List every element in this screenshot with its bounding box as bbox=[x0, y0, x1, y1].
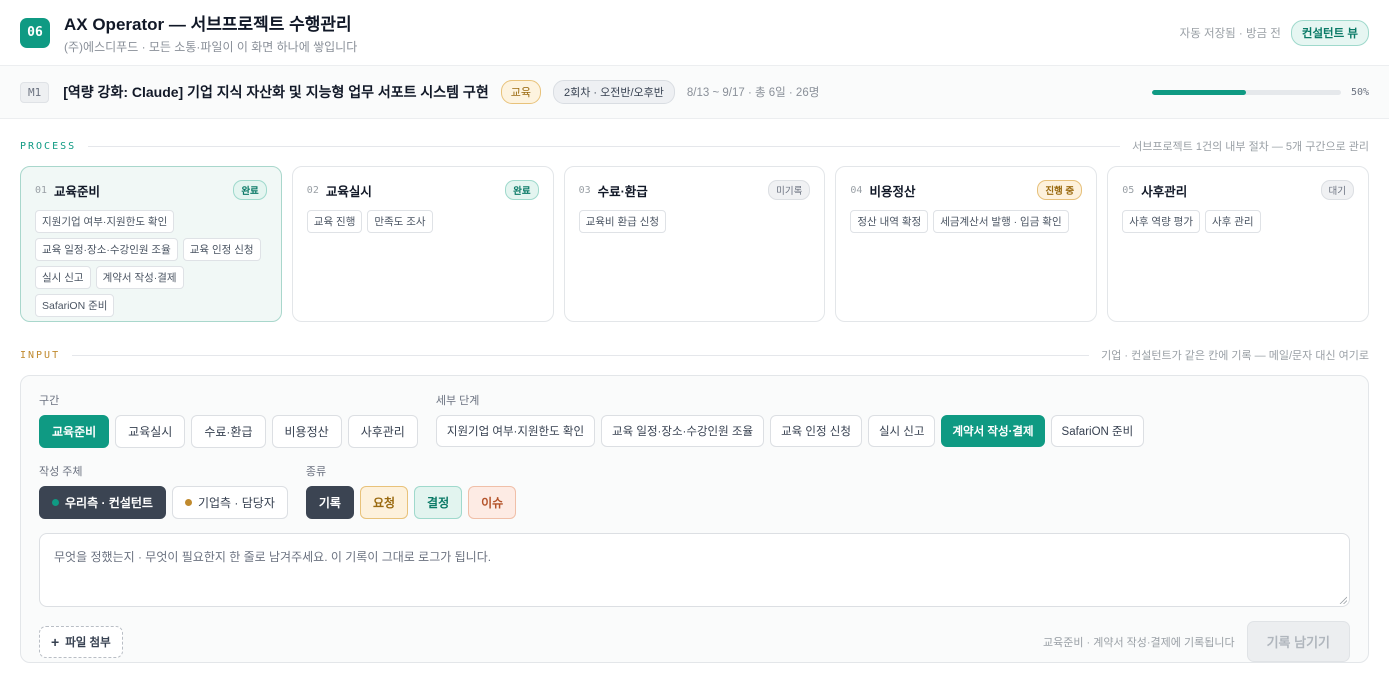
progress-fill bbox=[1151, 89, 1247, 95]
stage-card-2[interactable]: 02 교육실시 완료 교육 진행 만족도 조사 bbox=[291, 166, 554, 322]
section-button-run[interactable]: 교육실시 bbox=[115, 415, 186, 448]
detail-button[interactable]: SafariON 준비 bbox=[1050, 415, 1145, 447]
app-logo: 06 bbox=[20, 17, 50, 48]
module-code: M1 bbox=[20, 81, 50, 103]
textarea-placeholder: 무엇을 정했는지 · 무엇이 필요한지 한 줄로 남겨주세요. 이 기록이 그대… bbox=[54, 550, 492, 564]
stage-number: 05 bbox=[1122, 184, 1135, 196]
header-right: 자동 저장됨 · 방금 전 컨설턴트 뷰 bbox=[1179, 19, 1369, 46]
view-toggle-button[interactable]: 컨설턴트 뷰 bbox=[1290, 19, 1369, 46]
status-badge: 진행 중 bbox=[1037, 180, 1083, 200]
type-group: 종류 기록 요청 결정 이슈 bbox=[305, 463, 517, 519]
page-subtitle: (주)에스디푸드 · 모든 소통·파일이 이 화면 하나에 쌓입니다 bbox=[64, 40, 358, 54]
type-request-button[interactable]: 요청 bbox=[359, 486, 409, 519]
progress-track bbox=[1151, 89, 1341, 95]
detail-button[interactable]: 실시 신고 bbox=[867, 415, 936, 447]
type-record-button[interactable]: 기록 bbox=[305, 486, 354, 519]
task-chip[interactable]: 교육 인정 신청 bbox=[182, 238, 261, 261]
author-group: 작성 주체 우리측 · 컨설턴트 기업측 · 담당자 bbox=[39, 463, 288, 519]
task-chip[interactable]: 실시 신고 bbox=[35, 266, 91, 289]
page-title: AX Operator — 서브프로젝트 수행관리 bbox=[64, 15, 352, 34]
stage-name: 교육준비 bbox=[54, 184, 101, 199]
task-chip[interactable]: 교육 진행 bbox=[306, 210, 363, 233]
task-chip[interactable]: 정산 내역 확정 bbox=[850, 210, 929, 233]
process-note: 서브프로젝트 1건의 내부 절차 — 5개 구간으로 관리 bbox=[1132, 141, 1369, 153]
stage-number: 01 bbox=[35, 184, 48, 196]
section-button-refund[interactable]: 수료·환급 bbox=[191, 415, 266, 448]
stage-number: 02 bbox=[306, 184, 319, 196]
task-chip[interactable]: 사후 역량 평가 bbox=[1122, 210, 1200, 233]
process-section-header: PROCESS 서브프로젝트 1건의 내부 절차 — 5개 구간으로 관리 bbox=[0, 136, 1389, 156]
submit-log-button[interactable]: 기록 남기기 bbox=[1246, 621, 1350, 662]
section-button-settle[interactable]: 비용정산 bbox=[271, 415, 342, 448]
type-issue-button[interactable]: 이슈 bbox=[468, 486, 517, 519]
input-note: 기업 · 컨설턴트가 같은 칸에 기록 — 메일/문자 대신 여기로 bbox=[1101, 350, 1369, 362]
task-chip[interactable]: 사후 관리 bbox=[1204, 210, 1261, 233]
stage-number: 04 bbox=[850, 184, 863, 196]
task-chip[interactable]: SafariON 준비 bbox=[35, 294, 115, 317]
detail-button-selected[interactable]: 계약서 작성·결제 bbox=[941, 415, 1045, 447]
author-label: 우리측 · 컨설턴트 bbox=[65, 496, 153, 510]
divider bbox=[72, 354, 1090, 356]
section-button-prep[interactable]: 교육준비 bbox=[39, 415, 110, 448]
author-group-label: 작성 주체 bbox=[39, 466, 83, 478]
resize-handle-icon[interactable] bbox=[1339, 596, 1347, 604]
company-dot-icon bbox=[184, 499, 192, 506]
consultant-dot-icon bbox=[52, 499, 59, 506]
log-textarea[interactable]: 무엇을 정했는지 · 무엇이 필요한지 한 줄로 남겨주세요. 이 기록이 그대… bbox=[39, 533, 1350, 607]
divider bbox=[88, 145, 1121, 147]
detail-button[interactable]: 교육 인정 신청 bbox=[770, 415, 862, 447]
section-group: 구간 교육준비 교육실시 수료·환급 비용정산 사후관리 bbox=[39, 392, 418, 448]
author-consultant-button[interactable]: 우리측 · 컨설턴트 bbox=[39, 486, 166, 519]
stage-number: 03 bbox=[578, 184, 591, 196]
plus-icon: + bbox=[51, 633, 60, 650]
stage-name: 사후관리 bbox=[1141, 184, 1188, 199]
type-decision-button[interactable]: 결정 bbox=[414, 486, 463, 519]
input-label: INPUT bbox=[20, 349, 61, 361]
status-badge: 완료 bbox=[233, 180, 267, 200]
stage-card-1[interactable]: 01 교육준비 완료 지원기업 여부·지원한도 확인 교육 일정·장소·수강인원… bbox=[20, 166, 282, 322]
task-chip[interactable]: 교육비 환급 신청 bbox=[578, 210, 667, 233]
attach-file-button[interactable]: + 파일 첨부 bbox=[39, 625, 123, 658]
status-badge: 대기 bbox=[1320, 180, 1354, 200]
stage-name: 수료·환급 bbox=[597, 184, 648, 199]
section-button-after[interactable]: 사후관리 bbox=[347, 415, 418, 448]
stage-name: 비용정산 bbox=[869, 184, 916, 199]
category-tag: 교육 bbox=[500, 80, 541, 104]
stage-card-3[interactable]: 03 수료·환급 미기록 교육비 환급 신청 bbox=[563, 166, 826, 322]
type-group-label: 종류 bbox=[305, 466, 327, 478]
input-panel: 구간 교육준비 교육실시 수료·환급 비용정산 사후관리 세부 단계 지원기업 … bbox=[20, 375, 1369, 663]
attach-label: 파일 첨부 bbox=[65, 636, 111, 649]
save-status: 자동 저장됨 · 방금 전 bbox=[1179, 27, 1281, 40]
stage-card-4[interactable]: 04 비용정산 진행 중 정산 내역 확정 세금계산서 발행 · 입금 확인 bbox=[835, 166, 1098, 322]
task-chip[interactable]: 세금계산서 발행 · 입금 확인 bbox=[933, 210, 1069, 233]
detail-button[interactable]: 교육 일정·장소·수강인원 조율 bbox=[601, 415, 765, 447]
stage-name: 교육실시 bbox=[325, 184, 372, 199]
input-section-header: INPUT 기업 · 컨설턴트가 같은 칸에 기록 — 메일/문자 대신 여기로 bbox=[0, 345, 1389, 365]
section-group-label: 구간 bbox=[39, 395, 60, 407]
task-chip[interactable]: 교육 일정·장소·수강인원 조율 bbox=[35, 238, 178, 261]
author-label: 기업측 · 담당자 bbox=[197, 496, 275, 510]
task-chip[interactable]: 지원기업 여부·지원한도 확인 bbox=[35, 210, 175, 233]
record-target-text: 교육준비 · 계약서 작성·결제에 기록됩니다 bbox=[1042, 636, 1235, 649]
progress-text: 50% bbox=[1350, 86, 1369, 98]
detail-group: 세부 단계 지원기업 여부·지원한도 확인 교육 일정·장소·수강인원 조율 교… bbox=[435, 392, 1145, 448]
task-chip[interactable]: 만족도 조사 bbox=[367, 210, 433, 233]
process-label: PROCESS bbox=[20, 140, 77, 152]
module-meta: 8/13 ~ 9/17 · 총 6일 · 26명 bbox=[686, 87, 820, 99]
detail-group-label: 세부 단계 bbox=[435, 395, 480, 407]
module-bar: M1 [역량 강화: Claude] 기업 지식 자산화 및 지능형 업무 서포… bbox=[0, 66, 1389, 119]
stage-card-5[interactable]: 05 사후관리 대기 사후 역량 평가 사후 관리 bbox=[1107, 166, 1369, 322]
status-badge: 완료 bbox=[505, 180, 539, 200]
task-chip[interactable]: 계약서 작성·결제 bbox=[95, 266, 184, 289]
author-company-button[interactable]: 기업측 · 담당자 bbox=[171, 486, 288, 519]
round-tag: 2회차 · 오전반/오후반 bbox=[552, 80, 675, 104]
app-header: 06 AX Operator — 서브프로젝트 수행관리 (주)에스디푸드 · … bbox=[0, 0, 1389, 66]
process-cards: 01 교육준비 완료 지원기업 여부·지원한도 확인 교육 일정·장소·수강인원… bbox=[0, 166, 1389, 322]
progress: 50% bbox=[1151, 86, 1369, 98]
status-badge: 미기록 bbox=[768, 180, 811, 200]
detail-button[interactable]: 지원기업 여부·지원한도 확인 bbox=[435, 415, 596, 447]
module-title: [역량 강화: Claude] 기업 지식 자산화 및 지능형 업무 서포트 시… bbox=[63, 84, 489, 100]
title-group: AX Operator — 서브프로젝트 수행관리 (주)에스디푸드 · 모든 … bbox=[64, 10, 357, 55]
